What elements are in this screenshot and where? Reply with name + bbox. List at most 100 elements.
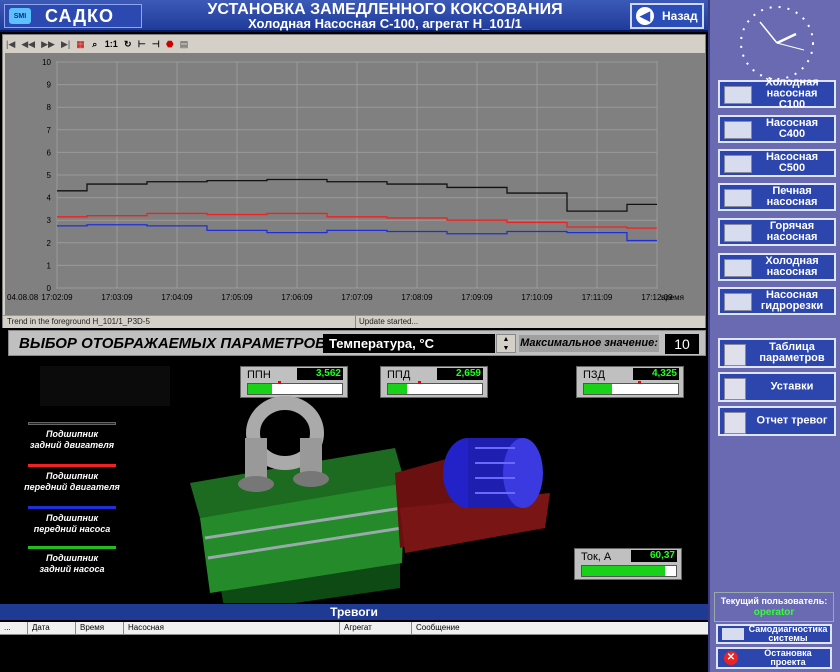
checklist-icon bbox=[724, 378, 746, 400]
status-text-right: Update started... bbox=[359, 317, 419, 326]
alarms-table-header: ... Дата Время Насосная Агрегат Сообщени… bbox=[0, 622, 708, 635]
alarms-column-header[interactable]: Сообщение bbox=[412, 622, 708, 635]
nav-button-furnace-pump[interactable]: Печная насосная bbox=[718, 183, 836, 211]
x-tick-label: 17:05:09 bbox=[221, 293, 253, 302]
alarms-column-header[interactable]: Дата bbox=[28, 622, 76, 635]
pump-screen-icon bbox=[724, 121, 752, 139]
current-user-name: operator bbox=[753, 607, 795, 618]
alarms-table-body bbox=[0, 636, 708, 672]
trend-chart-svg: 0 1 2 3 4 5 6 7 8 9 10 17:02:09 17:03:09 17:04:09 17:0… bbox=[7, 58, 684, 302]
pump-screen-icon bbox=[724, 155, 752, 173]
alarms-column-header[interactable]: Агрегат bbox=[340, 622, 412, 635]
gauge-value: 4,325 bbox=[633, 368, 679, 380]
back-button[interactable]: ◀ Назад bbox=[630, 3, 704, 29]
y-tick-label: 3 bbox=[47, 216, 52, 225]
trend-panel: |◀ ◀◀ ▶▶ ▶| ▦ ⌕ 1:1 ↻ ⊢ ⊣ ⬣ ▤ 0 1 2 3 4 5 6 7 8 9… bbox=[2, 34, 706, 328]
pump-screen-icon bbox=[724, 86, 752, 104]
parameters-table-button[interactable]: Таблица параметров bbox=[718, 338, 836, 368]
selector-label: ВЫБОР ОТОБРАЖАЕМЫХ ПАРАМЕТРОВ: bbox=[19, 335, 331, 352]
nav-button-pump-c400[interactable]: Насосная С400 bbox=[718, 115, 836, 143]
x-tick-label: 17:10:09 bbox=[521, 293, 553, 302]
app-name: САДКО bbox=[45, 5, 115, 26]
nav-button-hydrocutting-pump[interactable]: Насосная гидрорезки bbox=[718, 287, 836, 315]
stop-project-button[interactable]: ✕ Остановка проекта bbox=[716, 647, 832, 669]
alarms-title: Тревоги bbox=[0, 604, 708, 620]
app-logo: SMI САДКО bbox=[4, 4, 142, 28]
legend-item: Подшипник передний двигателя bbox=[22, 464, 122, 493]
legend-label: Подшипник задний двигателя bbox=[29, 429, 115, 450]
x-tick-label: 17:03:09 bbox=[101, 293, 133, 302]
alarms-column-header[interactable]: Насосная bbox=[124, 622, 340, 635]
page-subtitle: Холодная Насосная С-100, агрегат Н_101/1 bbox=[248, 16, 522, 31]
zoom-icon[interactable]: ⌕ bbox=[91, 39, 99, 50]
last-icon[interactable]: ▶| bbox=[61, 39, 70, 50]
next-icon[interactable]: ▶▶ bbox=[41, 39, 55, 50]
right-panel: Холодная насосная С100 Насосная С400 Насо… bbox=[708, 0, 840, 672]
alarms-column-header[interactable]: ... bbox=[0, 622, 28, 635]
current-user-label: Текущий пользователь: bbox=[720, 596, 828, 606]
legend-label: Подшипник задний насоса bbox=[39, 553, 105, 574]
legend-label: Подшипник передний двигателя bbox=[24, 471, 120, 492]
x-tick-label: 17:11:09 bbox=[582, 293, 613, 302]
prev-icon[interactable]: ◀◀ bbox=[21, 39, 35, 50]
max-value-field[interactable]: 10 bbox=[665, 334, 699, 354]
y-tick-label: 6 bbox=[47, 148, 52, 157]
x-tick-label: 17:04:09 bbox=[161, 293, 193, 302]
x-tick-label: 17:07:09 bbox=[341, 293, 373, 302]
axis-icon[interactable]: ⊣ bbox=[152, 39, 160, 50]
legend-line bbox=[28, 506, 116, 509]
legend-item: Подшипник передний насоса bbox=[22, 506, 122, 535]
print-icon[interactable]: ▤ bbox=[180, 39, 189, 50]
nav-button-pump-c500[interactable]: Насосная С500 bbox=[718, 149, 836, 177]
parameter-spinner[interactable]: ▲ ▼ bbox=[496, 334, 516, 353]
refresh-icon[interactable]: ↻ bbox=[124, 39, 132, 50]
pump-screen-icon bbox=[724, 259, 752, 277]
zoom-area-icon[interactable]: ▦ bbox=[76, 39, 85, 50]
legend-line bbox=[28, 422, 116, 425]
y-tick-label: 9 bbox=[47, 81, 52, 90]
gauge-label: Ток, А bbox=[581, 551, 612, 563]
header-bar: SMI САДКО УСТАНОВКА ЗАМЕДЛЕННОГО КОКСОВА… bbox=[0, 0, 708, 32]
legend-label: Подшипник передний насоса bbox=[33, 513, 111, 534]
stop-icon: ✕ bbox=[724, 651, 738, 665]
back-button-label: Назад bbox=[662, 9, 698, 23]
setpoints-button[interactable]: Уставки bbox=[718, 372, 836, 402]
alarm-report-button[interactable]: Отчет тревог bbox=[718, 406, 836, 436]
x-tick-label: 17:06:09 bbox=[281, 293, 313, 302]
nav-button-hot-pump[interactable]: Горячая насосная bbox=[718, 218, 836, 246]
x-axis-label: время bbox=[661, 293, 684, 302]
legend-line bbox=[28, 546, 116, 549]
x-tick-label: 17:02:09 bbox=[41, 293, 73, 302]
parameter-select[interactable]: Температура, °С bbox=[323, 334, 495, 353]
gauge-fill bbox=[582, 566, 665, 576]
date-label: 04.08.08 bbox=[7, 293, 39, 302]
trend-chart: 0 1 2 3 4 5 6 7 8 9 10 17:02:09 17:03:09 17:04:09 17:0… bbox=[5, 53, 705, 315]
y-tick-label: 4 bbox=[47, 194, 52, 203]
legend-item: Подшипник задний двигателя bbox=[22, 422, 122, 451]
gauge-value: 60,37 bbox=[631, 550, 677, 562]
gauge-track bbox=[583, 381, 679, 395]
self-diagnostics-button[interactable]: Самодиагностика системы bbox=[716, 624, 832, 644]
gauge-marker bbox=[638, 381, 641, 384]
arrow-left-icon: ◀ bbox=[636, 7, 654, 25]
x-tick-label: 17:09:09 bbox=[461, 293, 493, 302]
y-tick-label: 1 bbox=[47, 261, 52, 270]
pump-screen-icon bbox=[724, 189, 752, 207]
reset-zoom-icon[interactable]: 1:1 bbox=[105, 39, 118, 49]
axis-icon[interactable]: ⊢ bbox=[138, 39, 146, 50]
report-icon bbox=[724, 412, 746, 434]
nav-button-cold-pump[interactable]: Холодная насосная bbox=[718, 253, 836, 281]
pump-motor-illustration bbox=[190, 396, 550, 603]
first-icon[interactable]: |◀ bbox=[6, 39, 15, 50]
diagnostics-icon bbox=[722, 628, 744, 640]
y-tick-label: 7 bbox=[47, 126, 52, 135]
logo-icon: SMI bbox=[9, 8, 31, 24]
y-tick-label: 2 bbox=[47, 239, 52, 248]
nav-button-cold-pump-c100[interactable]: Холодная насосная С100 bbox=[718, 77, 836, 110]
wrench-icon bbox=[724, 344, 746, 366]
alarms-column-header[interactable]: Время bbox=[76, 622, 124, 635]
max-value-label: Максимальное значение: bbox=[519, 335, 659, 352]
trend-status-bar: Trend in the foreground H_101/1_P3D-5 Up… bbox=[3, 315, 705, 328]
stop-icon[interactable]: ⬣ bbox=[166, 39, 174, 50]
pump-screen-icon bbox=[724, 293, 752, 311]
